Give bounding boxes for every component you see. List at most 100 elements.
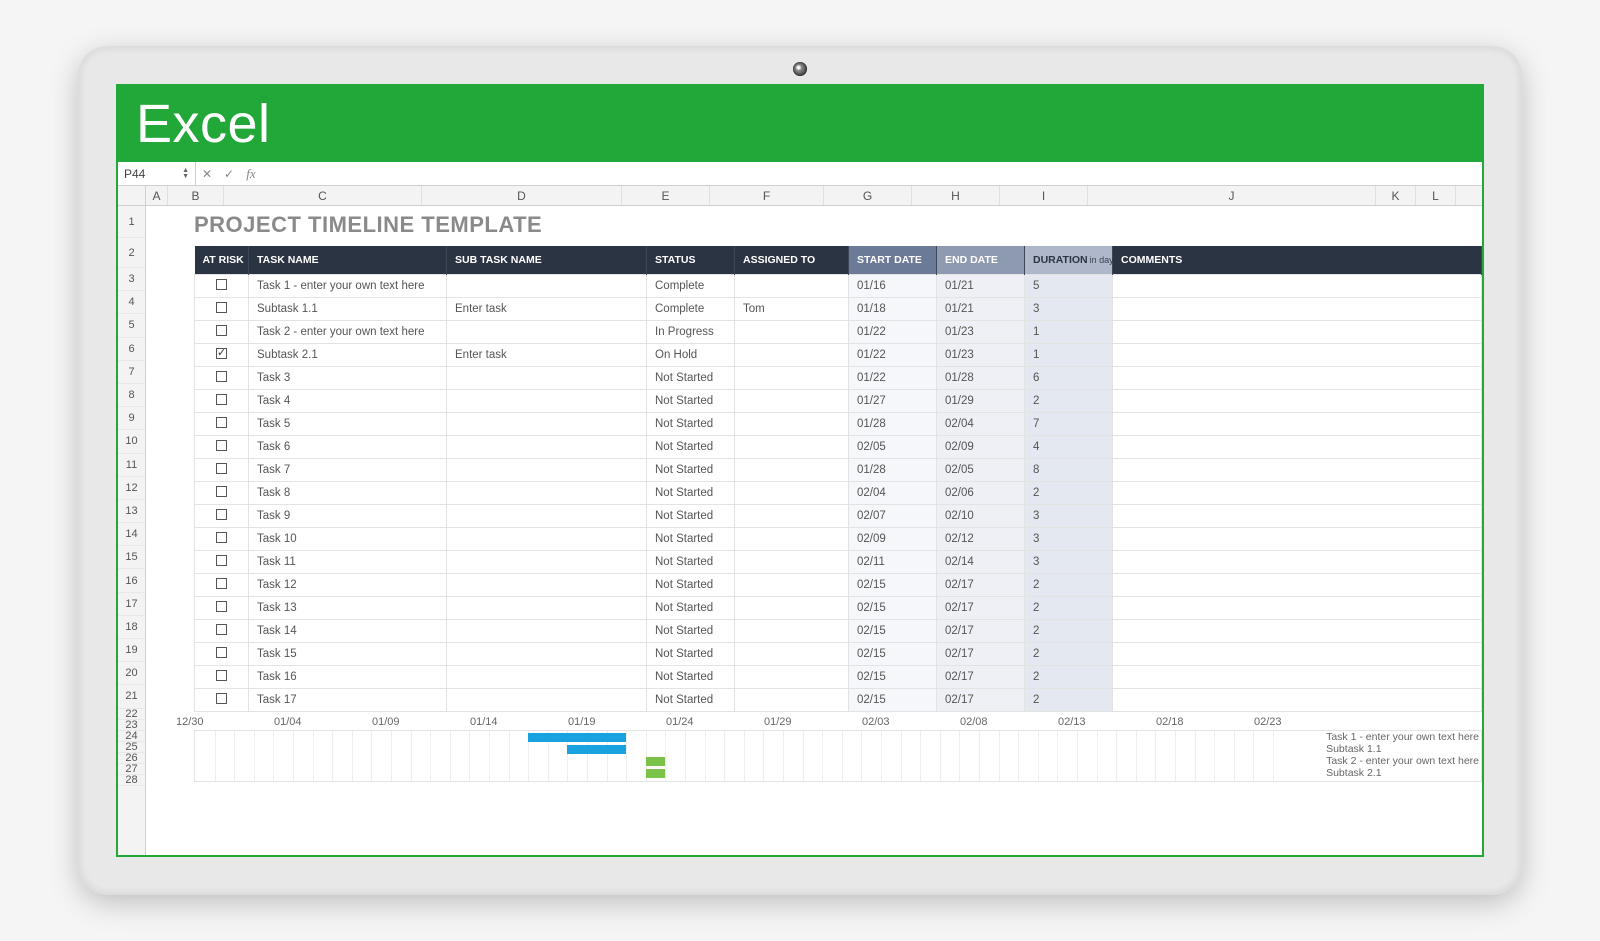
th-sub-task-name[interactable]: SUB TASK NAME [447,246,647,275]
cell-at-risk[interactable] [195,505,249,528]
cell-start-date[interactable]: 02/04 [849,482,937,505]
cell-end-date[interactable]: 02/17 [937,620,1025,643]
col-header-l[interactable]: L [1416,186,1456,205]
table-row[interactable]: Subtask 1.1Enter taskCompleteTom01/1801/… [195,298,1482,321]
cell-assigned[interactable] [735,551,849,574]
cell-assigned[interactable] [735,528,849,551]
cell-status[interactable]: Not Started [647,413,735,436]
cell-duration[interactable]: 2 [1025,482,1113,505]
cell-start-date[interactable]: 02/15 [849,574,937,597]
cell-duration[interactable]: 1 [1025,344,1113,367]
name-box-stepper-icon[interactable]: ▲▼ [182,168,189,180]
table-row[interactable]: Task 7Not Started01/2802/058 [195,459,1482,482]
cell-comments[interactable] [1113,321,1482,344]
checkbox-icon[interactable] [216,509,227,520]
checkbox-icon[interactable] [216,348,227,359]
cell-assigned[interactable] [735,574,849,597]
table-row[interactable]: Task 8Not Started02/0402/062 [195,482,1482,505]
cell-task-name[interactable]: Subtask 1.1 [249,298,447,321]
cell-at-risk[interactable] [195,666,249,689]
cell-assigned[interactable] [735,344,849,367]
cell-assigned[interactable] [735,321,849,344]
checkbox-icon[interactable] [216,670,227,681]
cell-at-risk[interactable] [195,574,249,597]
table-row[interactable]: Task 4Not Started01/2701/292 [195,390,1482,413]
cell-duration[interactable]: 6 [1025,367,1113,390]
cell-sub-task[interactable] [447,413,647,436]
cell-start-date[interactable]: 02/05 [849,436,937,459]
cell-task-name[interactable]: Task 10 [249,528,447,551]
cell-task-name[interactable]: Task 11 [249,551,447,574]
cell-status[interactable]: Not Started [647,666,735,689]
cell-task-name[interactable]: Subtask 2.1 [249,344,447,367]
col-header-j[interactable]: J [1088,186,1376,205]
checkbox-icon[interactable] [216,624,227,635]
cell-end-date[interactable]: 01/21 [937,298,1025,321]
row-header[interactable]: 11 [118,454,145,477]
cell-comments[interactable] [1113,505,1482,528]
cell-duration[interactable]: 3 [1025,298,1113,321]
cell-sub-task[interactable] [447,505,647,528]
sheet-content[interactable]: PROJECT TIMELINE TEMPLATE AT RISK TASK N… [146,206,1482,855]
cell-assigned[interactable] [735,666,849,689]
cell-task-name[interactable]: Task 9 [249,505,447,528]
table-row[interactable]: Task 12Not Started02/1502/172 [195,574,1482,597]
cell-duration[interactable]: 5 [1025,275,1113,298]
cell-status[interactable]: Not Started [647,597,735,620]
cell-status[interactable]: Not Started [647,505,735,528]
cell-task-name[interactable]: Task 14 [249,620,447,643]
row-header[interactable]: 3 [118,268,145,291]
table-row[interactable]: Task 14Not Started02/1502/172 [195,620,1482,643]
cell-start-date[interactable]: 02/11 [849,551,937,574]
row-header[interactable]: 1 [118,206,145,238]
cell-at-risk[interactable] [195,413,249,436]
cell-at-risk[interactable] [195,643,249,666]
cell-start-date[interactable]: 02/15 [849,643,937,666]
checkbox-icon[interactable] [216,578,227,589]
cell-sub-task[interactable] [447,390,647,413]
checkbox-icon[interactable] [216,279,227,290]
table-row[interactable]: Task 11Not Started02/1102/143 [195,551,1482,574]
cell-end-date[interactable]: 02/10 [937,505,1025,528]
cell-comments[interactable] [1113,344,1482,367]
cell-assigned[interactable]: Tom [735,298,849,321]
cell-assigned[interactable] [735,643,849,666]
col-header-h[interactable]: H [912,186,1000,205]
cell-sub-task[interactable] [447,321,647,344]
cell-sub-task[interactable] [447,574,647,597]
cell-comments[interactable] [1113,367,1482,390]
cell-duration[interactable]: 2 [1025,574,1113,597]
table-row[interactable]: Task 15Not Started02/1502/172 [195,643,1482,666]
gantt-bar[interactable] [528,733,626,742]
cell-sub-task[interactable] [447,551,647,574]
gantt-bar[interactable] [646,757,666,766]
cell-comments[interactable] [1113,689,1482,712]
cell-start-date[interactable]: 01/18 [849,298,937,321]
cell-sub-task[interactable] [447,436,647,459]
cell-sub-task[interactable] [447,459,647,482]
cell-end-date[interactable]: 01/23 [937,344,1025,367]
cell-comments[interactable] [1113,666,1482,689]
cell-sub-task[interactable] [447,528,647,551]
cell-comments[interactable] [1113,551,1482,574]
cell-assigned[interactable] [735,689,849,712]
cell-start-date[interactable]: 02/15 [849,620,937,643]
checkbox-icon[interactable] [216,440,227,451]
cell-sub-task[interactable] [447,597,647,620]
cell-duration[interactable]: 2 [1025,620,1113,643]
row-header[interactable]: 16 [118,569,145,592]
cell-at-risk[interactable] [195,298,249,321]
cell-assigned[interactable] [735,505,849,528]
th-comments[interactable]: COMMENTS [1113,246,1482,275]
cell-duration[interactable]: 1 [1025,321,1113,344]
table-row[interactable]: Task 1 - enter your own text hereComplet… [195,275,1482,298]
th-task-name[interactable]: TASK NAME [249,246,447,275]
cell-sub-task[interactable] [447,643,647,666]
checkbox-icon[interactable] [216,693,227,704]
cell-duration[interactable]: 2 [1025,643,1113,666]
cell-task-name[interactable]: Task 13 [249,597,447,620]
cell-end-date[interactable]: 01/29 [937,390,1025,413]
cell-duration[interactable]: 7 [1025,413,1113,436]
cell-assigned[interactable] [735,482,849,505]
col-header-f[interactable]: F [710,186,824,205]
